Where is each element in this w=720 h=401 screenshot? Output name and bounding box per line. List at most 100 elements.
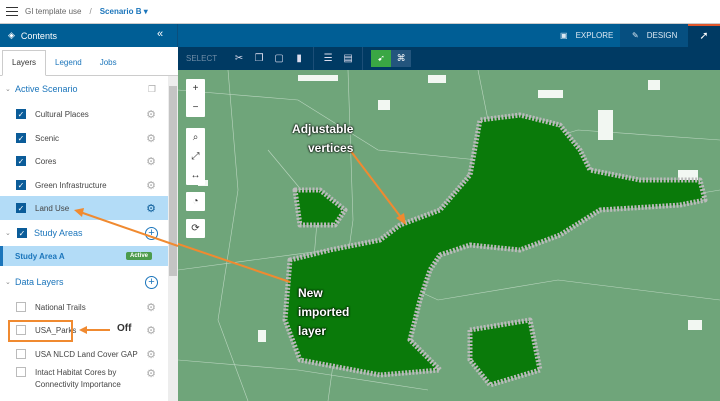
section-study-areas[interactable]: ⌄ ✓ Study Areas +	[0, 221, 168, 245]
map-view[interactable]: + − ⌕ ⤢ ↔ ◔ ⟳ Adjustable vertices New importe…	[178, 70, 720, 401]
header-bar: ◈ Contents « ▣ EXPLORE ✎ DESIGN ➚	[0, 24, 720, 47]
annotation-text: imported	[298, 305, 350, 319]
delete-icon[interactable]: ▮	[289, 53, 309, 64]
select-cursor-button[interactable]: ➚	[688, 24, 720, 47]
checkbox[interactable]	[16, 302, 26, 312]
design-label: DESIGN	[646, 31, 678, 40]
tab-legend[interactable]: Legend	[46, 51, 91, 75]
breadcrumb-project[interactable]: GI template use	[25, 7, 81, 16]
chevron-down-icon: ⌄	[5, 279, 11, 286]
fullscreen-icon[interactable]: ⤢	[186, 147, 205, 166]
divider	[177, 24, 178, 47]
checkbox[interactable]: ✓	[16, 203, 26, 213]
refresh-icon: ⟳	[191, 223, 200, 234]
tab-jobs[interactable]: Jobs	[91, 51, 126, 75]
layer-item[interactable]: ✓ Green Infrastructure ⚙	[0, 173, 168, 197]
gauge-icon: ◔	[192, 196, 199, 207]
menu-icon[interactable]	[6, 4, 18, 19]
small-polygon	[467, 317, 543, 388]
breadcrumb-separator: /	[89, 7, 92, 16]
divider	[313, 47, 315, 70]
copy-icon[interactable]: ❐	[249, 53, 269, 64]
map-tools: ⌕ ⤢ ↔	[186, 128, 205, 185]
copy-scenario-icon[interactable]: ❐	[148, 84, 156, 95]
scrollbar[interactable]	[168, 76, 178, 401]
layer-label: Cores	[35, 156, 57, 166]
refresh-button[interactable]: ⟳	[186, 219, 205, 238]
gear-icon[interactable]: ⚙	[146, 348, 156, 361]
explore-button[interactable]: ▣ EXPLORE	[550, 24, 623, 47]
scenario-dropdown[interactable]: Scenario B ▾	[100, 7, 148, 16]
layer-label: Cultural Places	[35, 109, 89, 119]
gear-icon[interactable]: ⚙	[146, 202, 156, 215]
checkbox[interactable]	[16, 367, 26, 377]
reshape-button[interactable]: ⌘	[391, 50, 412, 67]
layer-label: Land Use	[35, 203, 70, 213]
layer-label: Scenic	[35, 133, 60, 143]
tabs: Layers Legend Jobs	[0, 47, 178, 76]
imported-annotation: New imported layer	[298, 284, 349, 341]
contents-label: Contents	[20, 30, 57, 41]
cut-icon[interactable]: ✂	[229, 53, 249, 64]
checkbox[interactable]: ✓	[16, 180, 26, 190]
study-area-item[interactable]: Study Area A Active	[0, 246, 168, 266]
divider	[362, 47, 364, 70]
zoom-controls: + −	[186, 79, 205, 117]
gear-icon[interactable]: ⚙	[146, 301, 156, 314]
paste-icon[interactable]: ▢	[269, 53, 289, 64]
section-label: Study Areas	[34, 228, 83, 238]
tab-layers[interactable]: Layers	[2, 50, 47, 76]
pencil-icon: ✎	[632, 31, 639, 40]
checkbox[interactable]	[16, 349, 26, 359]
annotation-text: Adjustable	[292, 122, 354, 136]
layer-item[interactable]: National Trails ⚙	[0, 295, 168, 319]
usa-parks-highlight	[8, 320, 73, 342]
layer-item[interactable]: USA NLCD Land Cover GAP ⚙	[0, 342, 168, 366]
dashboard-button[interactable]: ◔	[186, 192, 205, 211]
off-annotation: Off	[117, 323, 132, 334]
layer-label: USA NLCD Land Cover GAP	[35, 349, 138, 359]
gear-icon[interactable]: ⚙	[146, 179, 156, 192]
layer-label: Green Infrastructure	[35, 180, 107, 190]
zoom-in-button[interactable]: +	[186, 79, 205, 98]
layer-item[interactable]: ✓ Cores ⚙	[0, 149, 168, 173]
add-study-area-button[interactable]: +	[145, 226, 158, 240]
gear-icon[interactable]: ⚙	[146, 367, 156, 380]
layer-label: Intact Habitat Cores by Connectivity Imp…	[35, 368, 121, 389]
gear-icon[interactable]: ⚙	[146, 324, 156, 337]
collapse-panel-button[interactable]: «	[157, 28, 163, 40]
checkbox[interactable]: ✓	[17, 228, 27, 238]
gear-icon[interactable]: ⚙	[146, 132, 156, 145]
layer-label: National Trails	[35, 302, 86, 312]
scrollbar-thumb[interactable]	[169, 86, 177, 276]
edit-vertices-button[interactable]: ➹	[371, 50, 392, 67]
study-area-label: Study Area A	[15, 251, 65, 261]
section-data-layers[interactable]: ⌄ Data Layers +	[0, 270, 168, 294]
design-button[interactable]: ✎ DESIGN	[620, 24, 688, 47]
annotation-text: vertices	[308, 141, 354, 155]
annotation-text: New	[298, 286, 323, 300]
select-label: SELECT	[186, 54, 218, 63]
checkbox[interactable]: ✓	[16, 109, 26, 119]
section-active-scenario[interactable]: ⌄ Active Scenario ❐	[0, 77, 168, 101]
zoom-out-button[interactable]: −	[186, 98, 205, 117]
gear-icon[interactable]: ⚙	[146, 155, 156, 168]
measure-icon[interactable]: ↔	[186, 166, 205, 185]
status-badge: Active	[125, 252, 152, 260]
gear-icon[interactable]: ⚙	[146, 108, 156, 121]
explore-label: EXPLORE	[575, 31, 614, 40]
layer-item[interactable]: Intact Habitat Cores by Connectivity Imp…	[0, 367, 168, 401]
calculator-icon[interactable]: ▤	[338, 53, 358, 64]
table-icon[interactable]: ☰	[318, 53, 338, 64]
north-polygon	[292, 187, 348, 228]
checkbox[interactable]: ✓	[16, 156, 26, 166]
map-canvas	[178, 70, 720, 401]
add-data-layer-button[interactable]: +	[145, 275, 158, 289]
checkbox[interactable]: ✓	[16, 133, 26, 143]
layer-item[interactable]: ✓ Cultural Places ⚙	[0, 102, 168, 126]
explore-icon: ▣	[560, 31, 568, 40]
layer-item[interactable]: ✓ Scenic ⚙	[0, 126, 168, 150]
search-icon[interactable]: ⌕	[186, 128, 205, 147]
edit-toolbar: SELECT ✂ ❐ ▢ ▮ ☰ ▤ ➹ ⌘	[178, 47, 720, 70]
layer-item-selected[interactable]: ✓ Land Use ⚙	[0, 196, 168, 220]
